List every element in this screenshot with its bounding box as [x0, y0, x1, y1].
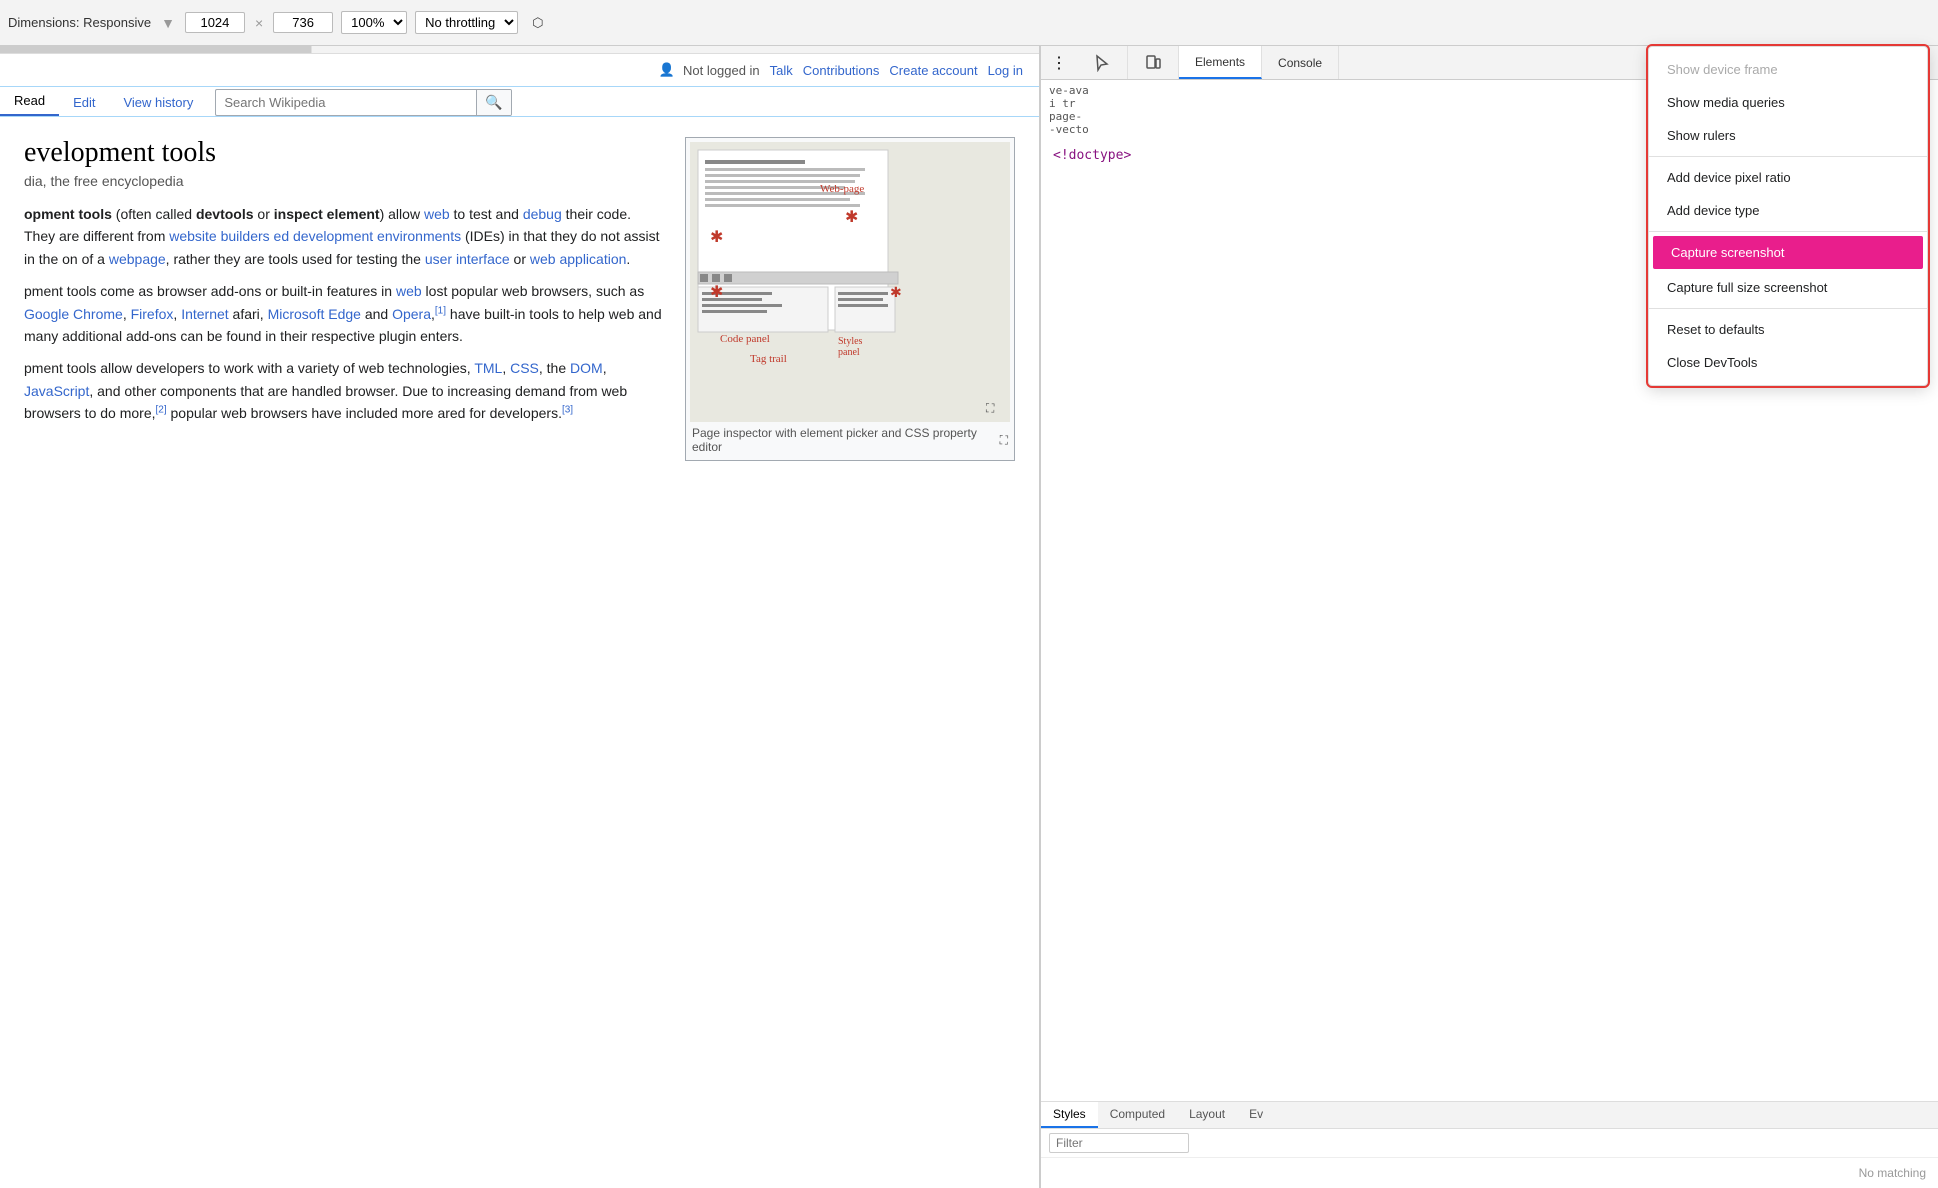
styles-tab-computed[interactable]: Computed [1098, 1102, 1177, 1128]
rotate-btn[interactable]: ⬡ [526, 12, 549, 34]
dropdown-item-add-pixel-ratio[interactable]: Add device pixel ratio [1649, 161, 1927, 194]
dropdown-divider-1 [1649, 156, 1927, 157]
svg-text:Styles: Styles [838, 336, 863, 347]
wiki-image-caption: Page inspector with element picker and C… [690, 422, 1010, 456]
link-web2[interactable]: web [396, 283, 422, 299]
svg-text:Web-page: Web-page [820, 183, 864, 195]
wiki-nav-user: 👤 Not logged in [659, 62, 760, 78]
svg-text:✱: ✱ [890, 284, 902, 300]
styles-tab-ev[interactable]: Ev [1237, 1102, 1275, 1128]
wiki-content: Web-page Code panel [0, 117, 1039, 491]
dimension-x-sep: × [255, 15, 263, 31]
styles-tab-styles[interactable]: Styles [1041, 1102, 1098, 1128]
tab-elements[interactable]: Elements [1179, 46, 1262, 79]
link-css[interactable]: CSS [510, 360, 539, 376]
doctype-tag: <!doctype> [1053, 148, 1131, 163]
not-logged-in-label: Not logged in [683, 63, 760, 78]
link-opera[interactable]: Opera [392, 306, 431, 322]
user-icon: 👤 [659, 62, 675, 78]
dropdown-divider-3 [1649, 308, 1927, 309]
svg-text:✱: ✱ [710, 284, 723, 301]
width-input[interactable] [185, 12, 245, 33]
tab-console[interactable]: Console [1262, 46, 1339, 79]
devtools-device-btn[interactable] [1128, 46, 1179, 79]
dropdown-item-add-device-type[interactable]: Add device type [1649, 194, 1927, 227]
expand-icon[interactable]: ⛶ [1000, 433, 1008, 448]
dropdown-divider-2 [1649, 231, 1927, 232]
devtools-filter-row [1041, 1129, 1938, 1158]
dropdown-menu: Show device frame Show media queries Sho… [1648, 46, 1928, 386]
link-internet[interactable]: Internet [181, 306, 228, 322]
wiki-nav: 👤 Not logged in Talk Contributions Creat… [0, 54, 1039, 87]
link-chrome[interactable]: Google Chrome [24, 306, 123, 322]
nav-talk-link[interactable]: Talk [770, 63, 793, 78]
devtools-styles-tabs: Styles Computed Layout Ev [1041, 1102, 1938, 1129]
tab-view-history[interactable]: View history [109, 89, 207, 116]
link-web-app[interactable]: web application [530, 251, 627, 267]
link-edge[interactable]: Microsoft Edge [268, 306, 361, 322]
tab-read[interactable]: Read [0, 87, 59, 116]
svg-text:✱: ✱ [845, 209, 858, 226]
svg-text:⛶: ⛶ [985, 401, 995, 415]
height-input[interactable] [273, 12, 333, 33]
wiki-image-wrap: Web-page Code panel [685, 137, 1015, 461]
dropdown-item-show-media-queries[interactable]: Show media queries [1649, 86, 1927, 119]
throttle-select[interactable]: No throttling Fast 3G Slow 3G [415, 11, 518, 34]
wiki-panel: 👤 Not logged in Talk Contributions Creat… [0, 46, 1040, 1188]
devtools-toolbar: Dimensions: Responsive ▼ × 100% 50% 75% … [0, 0, 1938, 46]
wiki-article-tabs: Read Edit View history 🔍 [0, 87, 1039, 117]
dropdown-item-capture-full-screenshot[interactable]: Capture full size screenshot [1649, 271, 1927, 304]
dropdown-item-close-devtools[interactable]: Close DevTools [1649, 346, 1927, 379]
link-firefox[interactable]: Firefox [131, 306, 174, 322]
svg-text:Code panel: Code panel [720, 333, 770, 345]
link-web[interactable]: web [424, 206, 450, 222]
nav-create-account-link[interactable]: Create account [889, 63, 977, 78]
zoom-select[interactable]: 100% 50% 75% 125% 150% [341, 11, 407, 34]
wiki-search-input[interactable] [216, 91, 476, 114]
link-ides[interactable]: ed development environments [274, 228, 462, 244]
link-js[interactable]: JavaScript [24, 383, 89, 399]
link-debug[interactable]: debug [523, 206, 562, 222]
devtools-more-btn[interactable]: ⋮ [1041, 46, 1077, 79]
link-dom[interactable]: DOM [570, 360, 603, 376]
link-user-interface[interactable]: user interface [425, 251, 510, 267]
devtools-cursor-btn[interactable] [1077, 46, 1128, 79]
link-webpage[interactable]: webpage [109, 251, 166, 267]
styles-filter-input[interactable] [1049, 1133, 1189, 1153]
no-matching-label: No matching [1041, 1158, 1938, 1188]
link-html[interactable]: TML [474, 360, 502, 376]
tab-edit[interactable]: Edit [59, 89, 109, 116]
dropdown-item-show-device-frame: Show device frame [1649, 53, 1927, 86]
dropdown-item-reset-defaults[interactable]: Reset to defaults [1649, 313, 1927, 346]
dropdown-item-capture-screenshot[interactable]: Capture screenshot [1653, 236, 1923, 269]
dimensions-arrow: ▼ [161, 15, 175, 31]
wiki-search-wrap: 🔍 [215, 89, 511, 116]
nav-contributions-link[interactable]: Contributions [803, 63, 880, 78]
dimensions-label: Dimensions: Responsive [8, 15, 151, 30]
wiki-image: Web-page Code panel [690, 142, 1010, 422]
dropdown-item-show-rulers[interactable]: Show rulers [1649, 119, 1927, 152]
nav-login-link[interactable]: Log in [988, 63, 1023, 78]
link-website-builders[interactable]: website builders [169, 228, 269, 244]
svg-text:panel: panel [838, 347, 860, 358]
styles-tab-layout[interactable]: Layout [1177, 1102, 1237, 1128]
wiki-search-button[interactable]: 🔍 [476, 90, 510, 115]
scroll-track [0, 46, 1039, 54]
devtools-styles-panel: Styles Computed Layout Ev No matching [1041, 1101, 1938, 1188]
svg-text:Tag trail: Tag trail [750, 353, 787, 365]
svg-text:✱: ✱ [710, 229, 723, 246]
